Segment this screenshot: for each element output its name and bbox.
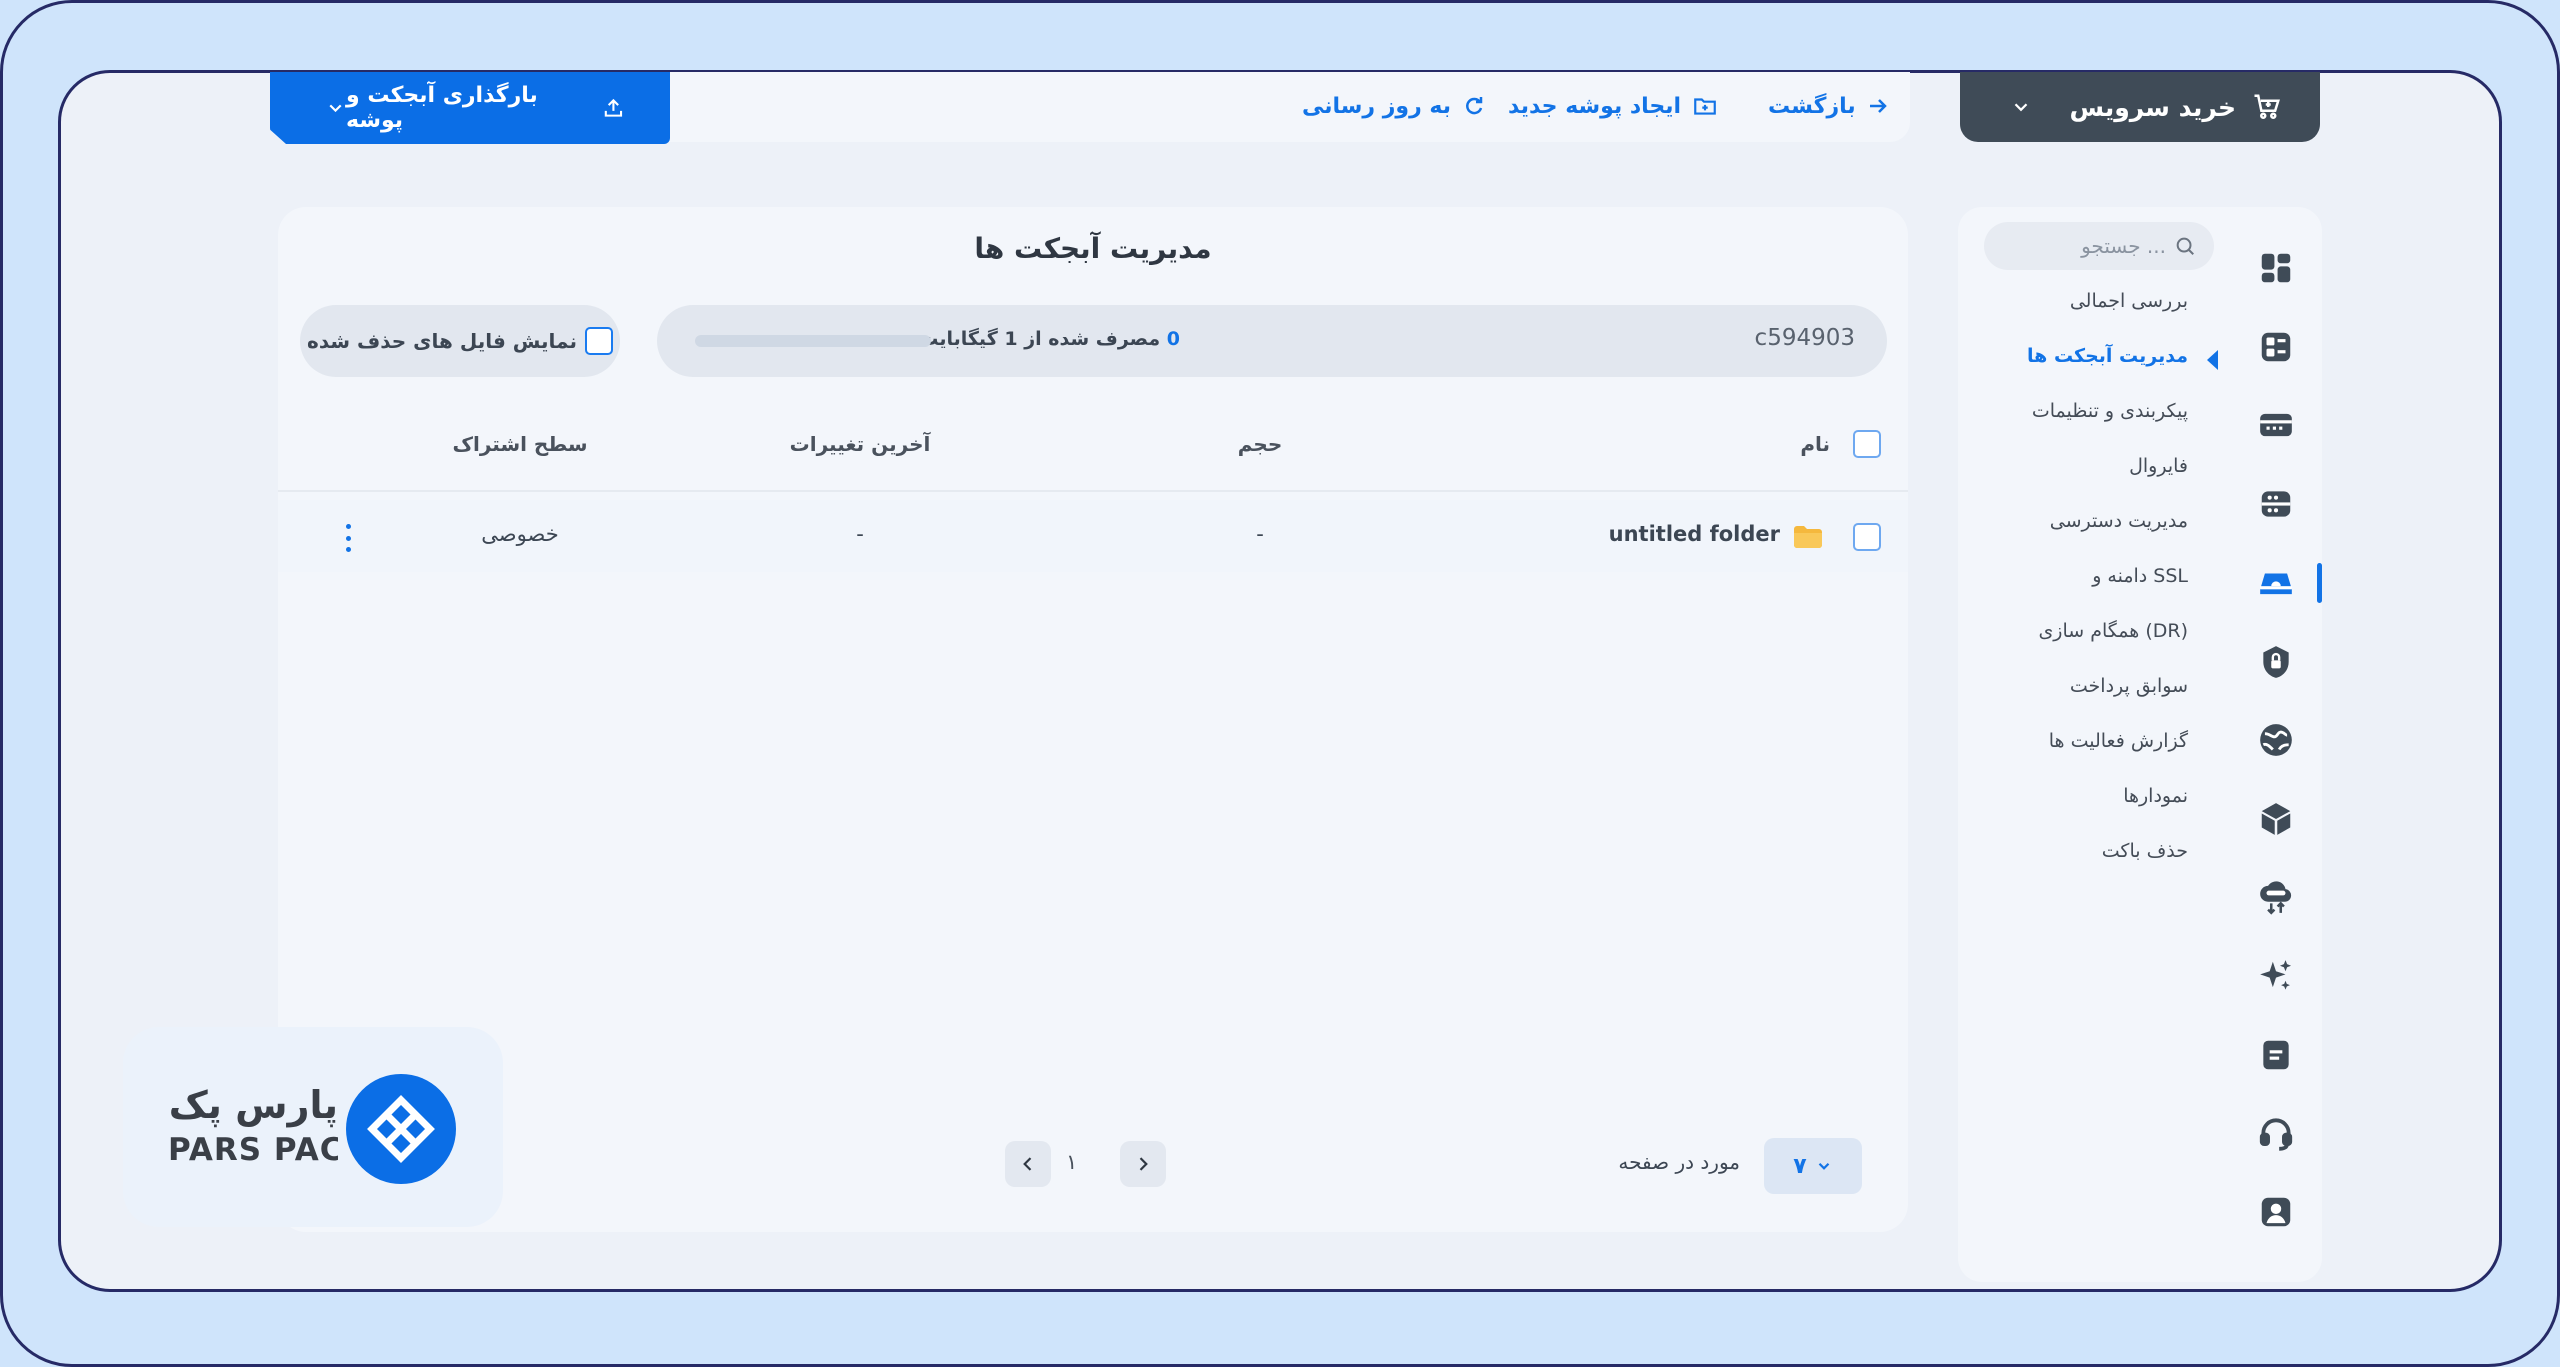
column-header-access[interactable]: سطح اشتراک bbox=[440, 432, 600, 456]
show-deleted-toggle[interactable]: نمایش فایل های حذف شده bbox=[300, 305, 620, 377]
box-icon[interactable] bbox=[2256, 799, 2296, 839]
select-all-checkbox[interactable] bbox=[1853, 430, 1881, 458]
column-header-modified[interactable]: آخرین تغییرات bbox=[770, 432, 950, 456]
sparkle-icon[interactable] bbox=[2256, 956, 2296, 996]
svg-text:PARS PACK: PARS PACK bbox=[168, 1132, 338, 1168]
usage-value: 0 bbox=[1166, 328, 1180, 350]
chevron-down-icon bbox=[2014, 103, 2028, 112]
row-modified: - bbox=[856, 522, 864, 546]
refresh-icon bbox=[1466, 97, 1483, 115]
globe-icon[interactable] bbox=[2256, 720, 2296, 760]
cloud-sync-icon[interactable] bbox=[2256, 877, 2296, 917]
refresh-label: به روز رسانی bbox=[1302, 93, 1452, 119]
row-access: خصوصی bbox=[481, 522, 559, 546]
svg-text:پارس پک: پارس پک bbox=[169, 1083, 338, 1127]
usage-text: 0 مصرف شده از 1 گیگابایت bbox=[900, 328, 1180, 350]
upload-icon bbox=[604, 98, 623, 117]
column-header-size[interactable]: حجم bbox=[1200, 432, 1320, 456]
row-size: - bbox=[1256, 522, 1264, 546]
parspack-logo-icon bbox=[346, 1074, 456, 1184]
parspack-logo-wordmark: پارس پک PARS PACK bbox=[168, 1083, 338, 1168]
active-caret-icon bbox=[2207, 350, 2218, 370]
sidebar-item-domain-ssl[interactable]: دامنه و SSL bbox=[2092, 565, 2188, 587]
sidebar-item-overview[interactable]: بررسی اجمالی bbox=[2070, 290, 2188, 312]
sidebar-item-configuration[interactable]: پیکربندی و تنظیمات bbox=[2032, 400, 2188, 422]
upload-button[interactable]: بارگذاری آبجکت و پوشه bbox=[270, 72, 670, 144]
bucket-name: c594903 bbox=[1754, 325, 1855, 351]
cart-icon bbox=[2254, 94, 2280, 119]
show-deleted-checkbox[interactable] bbox=[584, 327, 613, 355]
buy-service-button[interactable]: خرید سرویس bbox=[1960, 72, 2320, 142]
sidebar-item-payment-history[interactable]: سوابق پرداخت bbox=[2070, 675, 2188, 697]
new-folder-button[interactable]: ایجاد پوشه جدید bbox=[1508, 88, 1719, 124]
usage-progress-bar bbox=[695, 335, 931, 347]
search-icon bbox=[2176, 237, 2194, 255]
current-page[interactable]: ۱ bbox=[1066, 1150, 1077, 1174]
next-page-button[interactable] bbox=[1120, 1141, 1166, 1187]
cloud-storage-icon[interactable] bbox=[2256, 563, 2296, 603]
chevron-right-icon bbox=[1139, 1157, 1148, 1171]
refresh-button[interactable]: به روز رسانی bbox=[1302, 88, 1485, 124]
user-icon[interactable] bbox=[2256, 1192, 2296, 1232]
lock-icon[interactable] bbox=[2256, 642, 2296, 682]
header-divider bbox=[278, 490, 1908, 492]
new-folder-label: ایجاد پوشه جدید bbox=[1508, 93, 1682, 119]
row-name[interactable]: untitled folder bbox=[1580, 522, 1780, 546]
page-title: مدیریت آبجکت ها bbox=[974, 232, 1212, 265]
per-page-value: ۷ bbox=[1793, 1153, 1807, 1179]
prev-page-button[interactable] bbox=[1005, 1141, 1051, 1187]
folder-icon bbox=[1794, 526, 1822, 548]
usage-label: مصرف شده از 1 گیگابایت bbox=[919, 328, 1161, 350]
object-icon[interactable] bbox=[2256, 327, 2296, 367]
per-page-label: مورد در صفحه bbox=[1618, 1150, 1740, 1174]
chevron-down-icon bbox=[329, 104, 342, 113]
sidebar-item-object-management[interactable]: مدیریت آبجکت ها bbox=[2027, 345, 2188, 367]
upload-label: بارگذاری آبجکت و پوشه bbox=[345, 83, 538, 133]
sidebar-item-access-management[interactable]: مدیریت دسترسی bbox=[2050, 510, 2188, 532]
row-checkbox[interactable] bbox=[1853, 523, 1881, 551]
headset-icon[interactable] bbox=[2256, 1113, 2296, 1153]
back-button[interactable]: بازگشت bbox=[1768, 88, 1890, 124]
rail-active-indicator bbox=[2317, 563, 2322, 603]
arrow-right-icon bbox=[1869, 99, 1887, 113]
per-page-select[interactable]: ۷ bbox=[1764, 1138, 1862, 1194]
back-label: بازگشت bbox=[1768, 93, 1856, 119]
chevron-down-icon bbox=[1818, 1162, 1830, 1170]
search-placeholder: جستجو ... bbox=[2081, 234, 2166, 258]
sidebar-item-charts[interactable]: نمودارها bbox=[2123, 785, 2188, 807]
column-header-name[interactable]: نام bbox=[1760, 432, 1830, 456]
sidebar-item-activity-log[interactable]: گزارش فعالیت ها bbox=[2049, 730, 2188, 752]
row-more-icon[interactable] bbox=[342, 524, 354, 552]
folder-plus-icon bbox=[1694, 98, 1716, 115]
show-deleted-label: نمایش فایل های حذف شده bbox=[307, 329, 577, 353]
sidebar-item-delete-bucket[interactable]: حذف باکت bbox=[2102, 840, 2188, 862]
buy-service-label: خرید سرویس bbox=[2069, 92, 2236, 122]
dashboard-icon[interactable] bbox=[2256, 248, 2296, 288]
sidebar-search-input[interactable]: جستجو ... bbox=[1984, 222, 2214, 270]
database-icon[interactable] bbox=[2256, 484, 2296, 524]
server-icon[interactable] bbox=[2256, 405, 2296, 445]
chevron-left-icon bbox=[1023, 1157, 1032, 1171]
sidebar-item-sync-dr[interactable]: همگام سازی (DR) bbox=[2038, 620, 2188, 642]
document-icon[interactable] bbox=[2256, 1035, 2296, 1075]
sidebar-item-firewall[interactable]: فایروال bbox=[2129, 455, 2188, 477]
